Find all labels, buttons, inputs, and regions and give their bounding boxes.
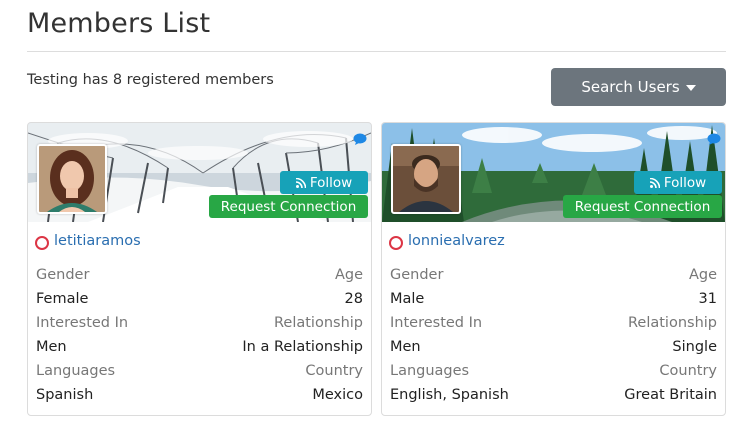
gender-value: Male bbox=[390, 291, 425, 307]
status-offline-icon bbox=[35, 236, 49, 250]
chat-bubble-icon[interactable] bbox=[353, 133, 367, 145]
chat-bubble-icon[interactable] bbox=[707, 133, 721, 145]
relationship-value: Single bbox=[672, 339, 717, 355]
details-row-labels: Languages Country bbox=[382, 359, 725, 383]
age-value: 31 bbox=[698, 291, 717, 307]
relationship-label: Relationship bbox=[273, 315, 363, 331]
details-row-labels: Interested In Relationship bbox=[382, 311, 725, 335]
country-value: Mexico bbox=[312, 387, 363, 403]
follow-label: Follow bbox=[309, 174, 353, 191]
interested-in-label: Interested In bbox=[390, 315, 483, 331]
gender-label: Gender bbox=[36, 267, 90, 283]
gender-value: Female bbox=[36, 291, 89, 307]
member-card: Follow Request Connection letitiaramos G… bbox=[27, 122, 372, 416]
username-link[interactable]: lonniealvarez bbox=[408, 233, 505, 249]
member-card: Follow Request Connection lonniealvarez … bbox=[381, 122, 726, 416]
username-link[interactable]: letitiaramos bbox=[54, 233, 141, 249]
details-row-values: Female 28 bbox=[28, 287, 371, 311]
avatar[interactable] bbox=[391, 144, 461, 214]
details-row-values: Men In a Relationship bbox=[28, 335, 371, 359]
relationship-value: In a Relationship bbox=[242, 339, 363, 355]
details-row-values: Male 31 bbox=[382, 287, 725, 311]
details-row-labels: Gender Age bbox=[382, 263, 725, 287]
title-divider bbox=[27, 51, 726, 52]
languages-label: Languages bbox=[36, 363, 116, 379]
country-value: Great Britain bbox=[624, 387, 717, 403]
caret-down-icon bbox=[685, 85, 696, 91]
follow-button[interactable]: Follow bbox=[634, 171, 722, 194]
page-title: Members List bbox=[27, 8, 211, 39]
languages-value: Spanish bbox=[36, 387, 94, 403]
age-value: 28 bbox=[344, 291, 363, 307]
languages-label: Languages bbox=[390, 363, 470, 379]
details-row-values: Men Single bbox=[382, 335, 725, 359]
rss-icon bbox=[295, 177, 306, 188]
relationship-label: Relationship bbox=[627, 315, 717, 331]
follow-button[interactable]: Follow bbox=[280, 171, 368, 194]
gender-label: Gender bbox=[390, 267, 444, 283]
details-row-labels: Gender Age bbox=[28, 263, 371, 287]
search-users-button[interactable]: Search Users bbox=[551, 68, 726, 106]
details-row-labels: Languages Country bbox=[28, 359, 371, 383]
status-offline-icon bbox=[389, 236, 403, 250]
interested-in-value: Men bbox=[36, 339, 67, 355]
search-users-label: Search Users bbox=[581, 78, 680, 96]
follow-label: Follow bbox=[663, 174, 707, 191]
member-details: Gender Age Female 28 Interested In Relat… bbox=[28, 263, 371, 407]
avatar[interactable] bbox=[37, 144, 107, 214]
member-details: Gender Age Male 31 Interested In Relatio… bbox=[382, 263, 725, 407]
languages-value: English, Spanish bbox=[390, 387, 509, 403]
country-label: Country bbox=[659, 363, 717, 379]
details-row-values: English, Spanish Great Britain bbox=[382, 383, 725, 407]
member-count-text: Testing has 8 registered members bbox=[27, 72, 274, 88]
interested-in-value: Men bbox=[390, 339, 421, 355]
request-connection-button[interactable]: Request Connection bbox=[563, 195, 722, 218]
interested-in-label: Interested In bbox=[36, 315, 129, 331]
details-row-values: Spanish Mexico bbox=[28, 383, 371, 407]
age-label: Age bbox=[334, 267, 363, 283]
age-label: Age bbox=[688, 267, 717, 283]
rss-icon bbox=[649, 177, 660, 188]
details-row-labels: Interested In Relationship bbox=[28, 311, 371, 335]
country-label: Country bbox=[305, 363, 363, 379]
request-connection-button[interactable]: Request Connection bbox=[209, 195, 368, 218]
